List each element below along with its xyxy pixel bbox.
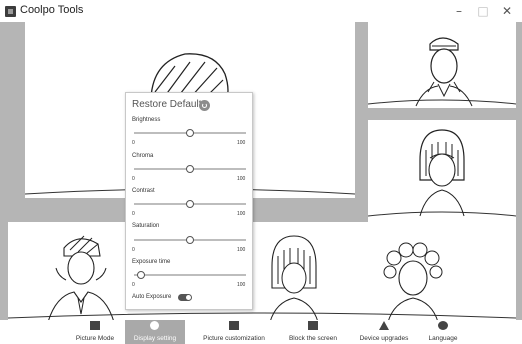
- toggle-knob: [186, 295, 191, 300]
- restore-default-label: Restore Default: [132, 99, 202, 110]
- slider-label-contrast: Contrast: [132, 188, 155, 194]
- chroma-max: 100: [237, 176, 246, 182]
- block-icon: [308, 321, 318, 330]
- contrast-min: 0: [132, 211, 135, 217]
- brightness-slider[interactable]: [134, 129, 246, 137]
- nav-display-setting[interactable]: Display setting: [125, 320, 185, 344]
- chroma-slider-thumb[interactable]: [186, 165, 194, 173]
- person-illustration: [368, 129, 516, 217]
- people-illustration: [8, 235, 516, 322]
- restore-default-icon[interactable]: [199, 100, 210, 111]
- nav-block-the-screen[interactable]: Block the screen: [283, 320, 343, 344]
- display-settings-panel: Restore Default Brightness 0 100 Chroma …: [125, 92, 253, 310]
- globe-icon: [438, 321, 448, 330]
- slider-label-saturation: Saturation: [132, 223, 160, 229]
- chroma-min: 0: [132, 176, 135, 182]
- nav-label: Display setting: [133, 335, 177, 342]
- auto-exposure-label: Auto Exposure: [132, 294, 172, 300]
- nav-language[interactable]: Language: [421, 320, 465, 344]
- contrast-slider[interactable]: [134, 200, 246, 208]
- video-panel-top-right: [368, 22, 516, 108]
- title-bar: Coolpo Tools – □ ✕: [0, 0, 522, 22]
- brightness-max: 100: [237, 140, 246, 146]
- saturation-min: 0: [132, 247, 135, 253]
- layout-icon: [90, 321, 100, 330]
- video-panel-bottom: [8, 222, 516, 322]
- bottom-nav: Picture Mode Display setting Picture cus…: [0, 320, 522, 344]
- person-illustration: [368, 37, 516, 107]
- image-icon: [229, 321, 239, 330]
- close-button[interactable]: ✕: [496, 2, 518, 20]
- chroma-slider[interactable]: [134, 165, 246, 173]
- contrast-slider-thumb[interactable]: [186, 200, 194, 208]
- nav-label: Language: [428, 335, 458, 342]
- saturation-max: 100: [237, 247, 246, 253]
- nav-label: Picture Mode: [75, 335, 115, 342]
- saturation-slider[interactable]: [134, 236, 246, 244]
- upload-icon: [379, 321, 389, 330]
- exposure-time-max: 100: [237, 282, 246, 288]
- video-panel-mid-right: [368, 120, 516, 224]
- slider-label-chroma: Chroma: [132, 153, 154, 159]
- nav-label: Picture customization: [203, 335, 265, 342]
- exposure-time-slider-thumb[interactable]: [137, 271, 146, 279]
- nav-label: Device upgrades: [359, 335, 409, 342]
- contrast-max: 100: [237, 211, 246, 217]
- slider-label-brightness: Brightness: [132, 117, 161, 123]
- minimize-button[interactable]: –: [448, 2, 470, 20]
- slider-label-exposure-time: Exposure time: [132, 259, 171, 265]
- nav-picture-mode[interactable]: Picture Mode: [66, 320, 124, 344]
- window-title: Coolpo Tools: [20, 4, 84, 16]
- maximize-button[interactable]: □: [472, 2, 494, 20]
- video-stage: [0, 22, 522, 322]
- exposure-time-slider[interactable]: [134, 271, 246, 279]
- brightness-min: 0: [132, 140, 135, 146]
- brightness-slider-thumb[interactable]: [186, 129, 194, 137]
- exposure-time-min: 0: [132, 282, 135, 288]
- settings-icon: [150, 321, 159, 330]
- app-icon: [5, 6, 16, 17]
- nav-picture-customization[interactable]: Picture customization: [196, 320, 272, 344]
- saturation-slider-thumb[interactable]: [186, 236, 194, 244]
- auto-exposure-toggle[interactable]: [178, 294, 192, 301]
- nav-label: Block the screen: [288, 335, 338, 342]
- nav-device-upgrades[interactable]: Device upgrades: [353, 320, 415, 344]
